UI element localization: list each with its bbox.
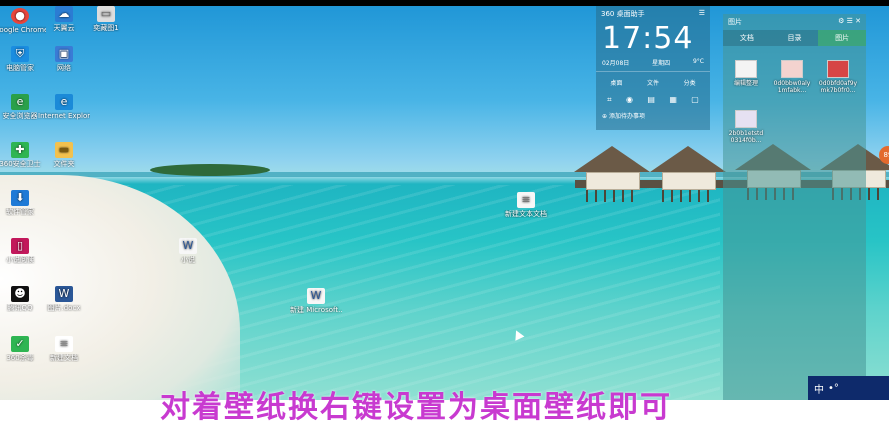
chrome-icon: ● [11,8,29,24]
file-thumbnail-icon [735,110,757,128]
tab-images[interactable]: 图片 [818,30,867,46]
app-store-icon: ⬇ [11,190,29,206]
eye-icon[interactable]: ◉ [626,95,633,105]
shortcut-files[interactable]: 文件 [647,78,659,87]
input-method-indicator[interactable]: 中 •° [808,376,889,400]
files-widget-item[interactable]: 编辑整理 [725,60,767,87]
word-icon: W [55,286,73,302]
desktop-icon-image[interactable]: ▭ 奕藏图1 [80,6,132,32]
files-widget-item[interactable]: 2b0b1etstd 0314f0b... [725,110,767,144]
top-bar [0,0,889,6]
files-widget: 图片 ⚙ ☰ ✕ 文档 目录 图片 编辑整理 0d0bbw0aly 1mfabk… [723,14,867,400]
wallpaper-hut [574,146,650,202]
network-icon: ▣ [55,46,73,62]
folder-icon: ▬ [55,142,73,158]
desktop-assistant-widget: 360 桌面助手 ☰ 17:54 02月08日 星期四 9°C 桌面 文件 分类… [596,6,710,130]
book-icon: ▯ [11,238,29,254]
ime-label: 中 [814,384,824,396]
clock-date-row: 02月08日 星期四 9°C [596,56,710,72]
window-icon[interactable]: ▢ [691,95,699,105]
qq-icon: ☻ [11,286,29,302]
clock-time: 17:54 [602,21,694,56]
desktop-icon-appstore[interactable]: ⬇ 软件管家 [0,190,46,216]
add-todo-button[interactable]: ⊕ 添加待办事项 [596,107,710,124]
desktop-icon-word[interactable]: W 图片.docx [38,286,90,312]
clock-date: 02月08日 [602,60,630,67]
note-icon[interactable]: ▤ [647,95,655,105]
clock-temperature: 9°C [692,58,704,65]
antivirus-icon: ✓ [11,336,29,352]
document-icon: ≡ [55,336,73,352]
desktop-icon-network[interactable]: ▣ 网络 [38,46,90,72]
desktop-icon-folder[interactable]: ▬ 文件夹 [38,142,90,168]
widget-tools: ⌗ ◉ ▤ ▦ ▢ [596,93,710,107]
guard-icon: ✚ [11,142,29,158]
desktop-icon-reader[interactable]: ▯ 小说阅读 [0,238,46,264]
desktop-file-word[interactable]: W 新建 Microsoft... [290,288,342,314]
widget-title: 360 桌面助手 [601,10,645,18]
file-thumbnail-icon [735,60,757,78]
wallpaper-island [150,164,270,176]
files-widget-title: 图片 [728,18,742,26]
files-widget-item[interactable]: 0d0bfd0af9y mk7b0fr0... [817,60,859,94]
file-thumbnail-icon [781,60,803,78]
word-file-icon: W [179,238,197,254]
shortcut-category[interactable]: 分类 [684,78,696,87]
tab-directory[interactable]: 目录 [770,30,819,46]
text-file-icon: ≡ [517,192,535,208]
files-widget-tabs: 文档 目录 图片 [723,30,867,46]
files-widget-item[interactable]: 0d0bbw0aly 1mfabk... [771,60,813,94]
cloud-icon: ☁ [55,6,73,22]
wallpaper-hut [650,146,726,202]
shield-icon: ⛨ [11,46,29,62]
desktop-file-text[interactable]: ≡ 新建文本文档 [500,192,552,218]
desktop-icon-document[interactable]: ≡ 新建文档 [38,336,90,362]
calculator-icon[interactable]: ▦ [669,95,677,105]
image-icon: ▭ [97,6,115,22]
ie-icon: e [55,94,73,110]
tab-documents[interactable]: 文档 [723,30,771,46]
word-file-icon: W [307,288,325,304]
browser-icon: e [11,94,29,110]
clock-weekday: 星期四 [652,60,671,67]
ime-extra: •° [828,382,839,394]
file-thumbnail-icon [827,60,849,78]
widget-shortcuts: 桌面 文件 分类 [596,72,710,93]
widget-header: 360 桌面助手 ☰ [596,6,710,22]
crop-icon[interactable]: ⌗ [607,95,612,105]
menu-icon[interactable]: ☰ [699,9,705,19]
shortcut-desktop[interactable]: 桌面 [610,78,622,87]
settings-icon[interactable]: ⚙ ☰ ✕ [838,17,861,27]
desktop-icon-ie[interactable]: e Internet Explorer [38,94,90,120]
desktop-file-novel[interactable]: W 小说 [162,238,214,264]
files-widget-header: 图片 ⚙ ☰ ✕ [723,14,866,30]
video-subtitle: 对着壁纸换右键设置为桌面壁纸即可 [160,390,672,425]
